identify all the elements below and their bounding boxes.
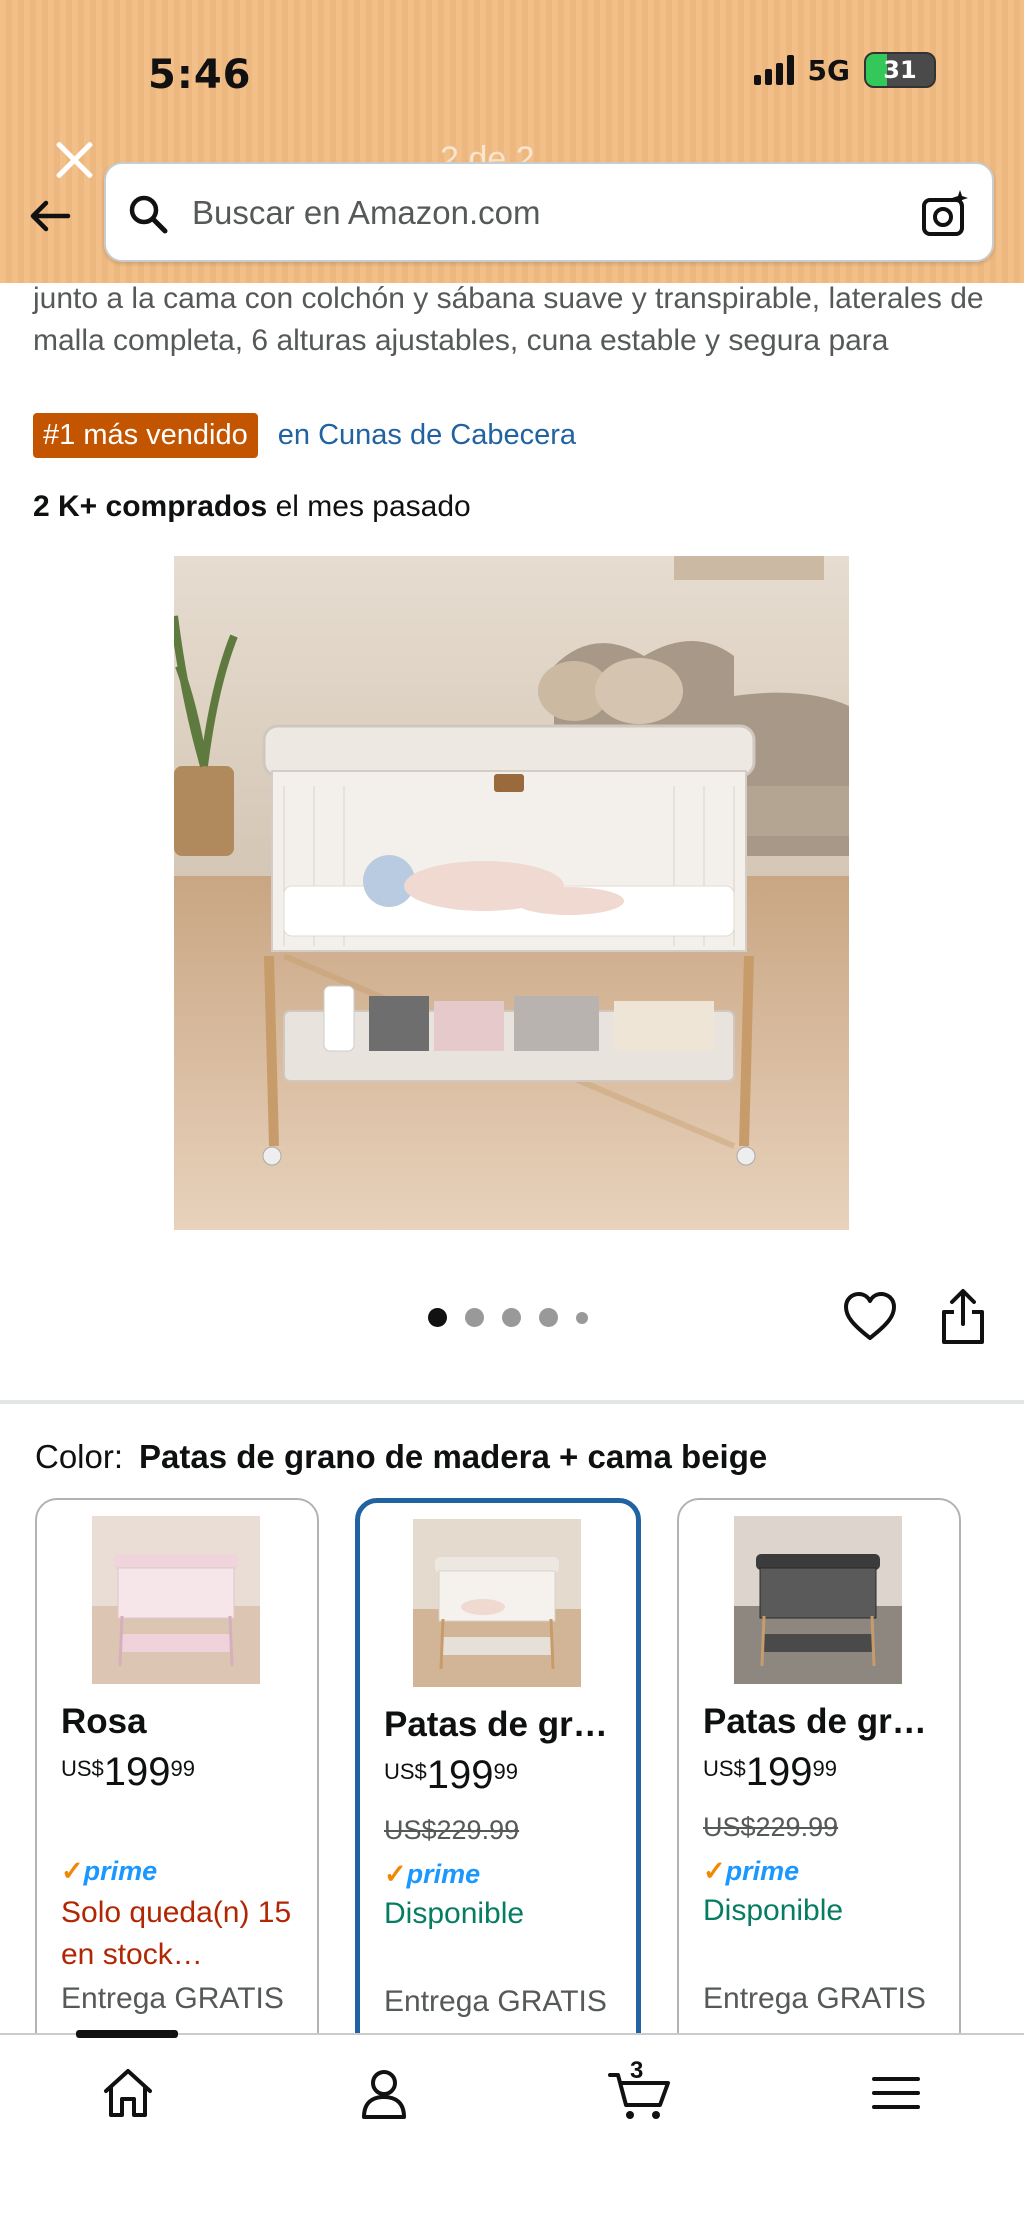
menu-icon[interactable] <box>866 2063 926 2123</box>
heart-icon[interactable] <box>842 1290 898 1346</box>
color-selector-label: Color: Patas de grano de madera + cama be… <box>35 1438 767 1476</box>
carousel-dot[interactable] <box>576 1311 588 1324</box>
bought-count: 2 K+ comprados el mes pasado <box>33 490 471 524</box>
bottom-nav: 3 <box>0 2033 1024 2225</box>
signal-icon <box>753 55 794 85</box>
carousel-dot[interactable] <box>465 1308 484 1327</box>
price-fraction: 99 <box>812 1756 838 1781</box>
status-time: 5:46 <box>148 52 252 98</box>
color-option-name: Patas de gr… <box>703 1702 927 1741</box>
delivery-text: Entrega GRATIS <box>61 1982 284 2015</box>
color-option-price: US$ 199 99 <box>703 1750 837 1795</box>
color-option-thumbnail <box>413 1519 581 1687</box>
price-fraction: 99 <box>493 1759 519 1784</box>
carousel-dot[interactable] <box>502 1308 521 1327</box>
status-icons: 5G 31 <box>753 52 936 88</box>
prime-check-icon: ✓ <box>384 1859 407 1889</box>
price-currency: US$ <box>384 1759 427 1784</box>
bestseller-category-link[interactable]: en Cunas de Cabecera <box>278 419 576 452</box>
prime-check-icon: ✓ <box>703 1856 726 1886</box>
color-option-name: Rosa <box>61 1702 147 1741</box>
search-input[interactable]: Buscar en Amazon.com <box>192 194 541 232</box>
carousel-dot[interactable] <box>539 1308 558 1327</box>
prime-badge: ✓prime <box>384 1859 480 1890</box>
list-price: US$229.99 <box>703 1812 839 1842</box>
bought-count-rest: el mes pasado <box>267 490 471 523</box>
header: 5:46 5G 31 2 de 2 Buscar en Amazon.com <box>0 0 1024 283</box>
close-icon[interactable] <box>50 136 98 184</box>
color-label: Color: <box>35 1438 124 1475</box>
delivery-text: Entrega GRATIS <box>703 1982 926 2015</box>
color-option-thumbnail <box>734 1516 902 1684</box>
color-option-price: US$ 199 99 <box>384 1753 518 1798</box>
home-icon[interactable] <box>98 2063 158 2123</box>
prime-label: prime <box>725 1856 800 1886</box>
back-arrow-icon[interactable] <box>24 190 76 242</box>
color-selected-value: Patas de grano de madera + cama beige <box>139 1438 768 1475</box>
price-currency: US$ <box>61 1756 104 1781</box>
delivery-text: Entrega GRATIS <box>384 1985 607 2018</box>
color-option-card-selected[interactable]: Patas de gr… US$ 199 99 US$229.99 ✓prime… <box>355 1498 641 2058</box>
price-currency: US$ <box>703 1756 746 1781</box>
availability-text: Disponible <box>703 1894 844 1927</box>
list-price: US$229.99 <box>384 1815 520 1845</box>
color-option-card[interactable]: Rosa US$ 199 99 ✓prime Solo queda(n) 15 … <box>35 1498 319 2058</box>
share-icon[interactable] <box>936 1288 990 1346</box>
prime-badge: ✓prime <box>703 1856 799 1887</box>
search-icon <box>129 195 168 234</box>
color-option-price: US$ 199 99 <box>61 1750 195 1795</box>
image-carousel-dots[interactable] <box>428 1308 588 1327</box>
carousel-dot[interactable] <box>428 1308 447 1327</box>
color-option-name: Patas de gr… <box>384 1705 608 1744</box>
network-label: 5G <box>807 53 850 87</box>
prime-label: prime <box>83 1856 158 1886</box>
search-bar[interactable]: Buscar en Amazon.com <box>104 162 994 262</box>
product-image[interactable] <box>174 556 849 1230</box>
section-divider <box>0 1400 1024 1404</box>
price-whole: 199 <box>745 1750 813 1794</box>
prime-badge: ✓prime <box>61 1856 157 1887</box>
product-page: 5:46 5G 31 2 de 2 Buscar en Amazon.com j… <box>0 0 1024 2225</box>
cart-button[interactable]: 3 <box>608 2057 674 2123</box>
price-whole: 199 <box>426 1753 494 1797</box>
price-fraction: 99 <box>170 1756 196 1781</box>
cart-count: 3 <box>630 2057 644 2084</box>
account-icon[interactable] <box>354 2063 414 2123</box>
camera-search-icon[interactable] <box>920 188 972 240</box>
prime-label: prime <box>406 1859 481 1889</box>
nav-active-indicator <box>76 2030 178 2038</box>
bestseller-badge[interactable]: #1 más vendido <box>33 413 258 458</box>
price-whole: 199 <box>103 1750 171 1794</box>
bestseller-row: #1 más vendido en Cunas de Cabecera <box>33 413 576 458</box>
battery-level: 31 <box>883 56 917 84</box>
availability-text: Solo queda(n) 15 en stock… <box>61 1896 292 1971</box>
battery-icon: 31 <box>864 52 936 88</box>
bought-count-bold: 2 K+ comprados <box>33 490 268 523</box>
prime-check-icon: ✓ <box>61 1856 84 1886</box>
product-title[interactable]: junto a la cama con colchón y sábana sua… <box>33 278 993 362</box>
color-option-card[interactable]: Patas de gr… US$ 199 99 US$229.99 ✓prime… <box>677 1498 961 2058</box>
color-option-thumbnail <box>92 1516 260 1684</box>
availability-text: Disponible <box>384 1897 525 1930</box>
